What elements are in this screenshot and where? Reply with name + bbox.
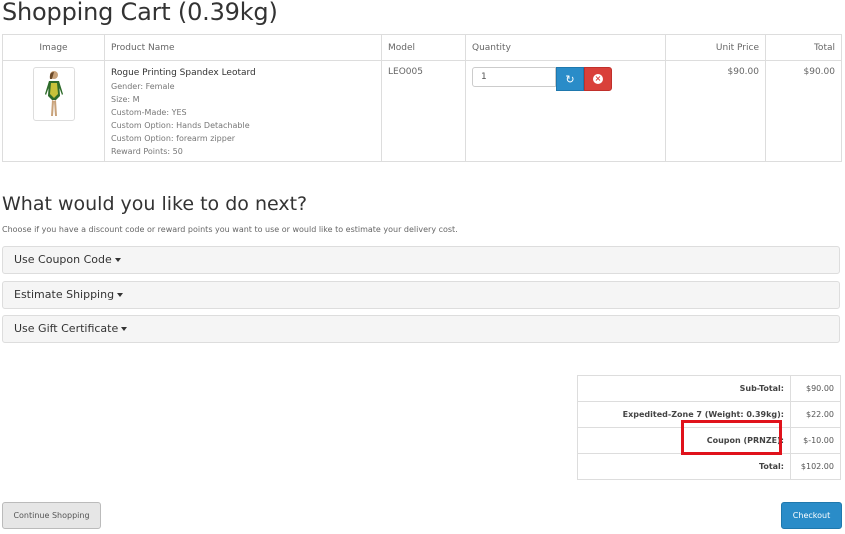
total-label: Total:: [577, 453, 791, 480]
remove-icon: ×: [593, 74, 603, 84]
next-steps-title: What would you like to do next?: [2, 193, 308, 215]
refresh-icon: ↻: [565, 72, 575, 86]
cart-header-row: Image Product Name Model Quantity Unit P…: [2, 34, 842, 61]
header-total: Total: [765, 34, 842, 61]
subtotal-value: $90.00: [790, 375, 841, 402]
remove-item-button[interactable]: ×: [584, 67, 612, 91]
next-steps-description: Choose if you have a discount code or re…: [2, 225, 458, 234]
coupon-value: $-10.00: [790, 427, 841, 454]
checkout-button[interactable]: Checkout: [781, 502, 842, 529]
unit-price-cell: $90.00: [665, 60, 766, 162]
coupon-panel-label: Use Coupon Code: [14, 253, 112, 266]
product-option: Size: M: [111, 95, 140, 104]
item-total: $90.00: [803, 67, 836, 77]
product-option: Custom Option: forearm zipper: [111, 134, 236, 143]
model-cell: LEO005: [381, 60, 466, 162]
quantity-input[interactable]: [472, 67, 556, 87]
unit-price: $90.00: [727, 67, 760, 77]
product-model: LEO005: [388, 67, 423, 77]
product-option: Custom Option: Hands Detachable: [111, 121, 250, 130]
coupon-highlight-box: [681, 420, 782, 455]
product-option: Custom-Made: YES: [111, 108, 187, 117]
header-image: Image: [2, 34, 105, 61]
caret-down-icon: [121, 327, 128, 331]
image-cell: [2, 60, 105, 162]
totals-row: Total: $102.00: [577, 453, 841, 480]
totals-row: Sub-Total: $90.00: [577, 375, 841, 402]
quantity-cell: ↻ ×: [465, 60, 666, 162]
header-unit-price: Unit Price: [665, 34, 766, 61]
header-product-name: Product Name: [104, 34, 382, 61]
product-name-link[interactable]: Rogue Printing Spandex Leotard: [111, 67, 381, 80]
reward-points: Reward Points: 50: [111, 147, 183, 156]
gift-certificate-panel[interactable]: Use Gift Certificate: [2, 315, 840, 343]
shipping-value: $22.00: [790, 401, 841, 428]
update-quantity-button[interactable]: ↻: [556, 67, 584, 91]
product-cell: Rogue Printing Spandex Leotard Gender: F…: [104, 60, 382, 162]
leotard-icon: [44, 71, 63, 116]
cart-item-row: Rogue Printing Spandex Leotard Gender: F…: [2, 60, 842, 162]
total-value: $102.00: [790, 453, 841, 480]
header-quantity: Quantity: [465, 34, 666, 61]
cart-table: Image Product Name Model Quantity Unit P…: [2, 34, 842, 162]
gift-panel-label: Use Gift Certificate: [14, 322, 119, 335]
shipping-panel-label: Estimate Shipping: [14, 288, 115, 301]
coupon-code-panel[interactable]: Use Coupon Code: [2, 246, 840, 274]
subtotal-label: Sub-Total:: [577, 375, 791, 402]
header-model: Model: [381, 34, 466, 61]
caret-down-icon: [117, 293, 124, 297]
estimate-shipping-panel[interactable]: Estimate Shipping: [2, 281, 840, 309]
caret-down-icon: [114, 258, 121, 262]
total-cell: $90.00: [765, 60, 842, 162]
page-title: Shopping Cart (0.39kg): [2, 0, 278, 26]
product-option: Gender: Female: [111, 82, 175, 91]
product-image[interactable]: [32, 67, 75, 121]
continue-shopping-button[interactable]: Continue Shopping: [2, 502, 101, 529]
